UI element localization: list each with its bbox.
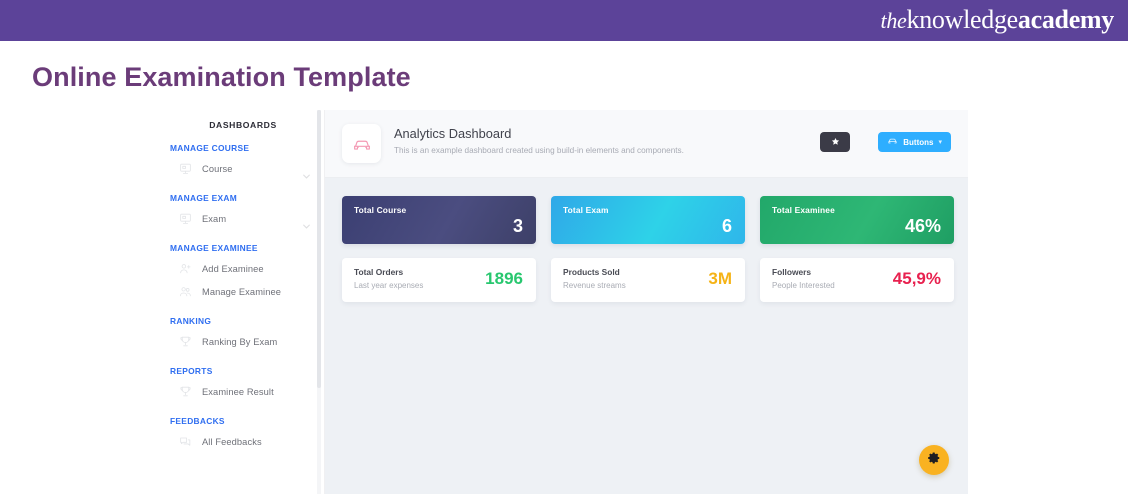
dashboard-subtitle: This is an example dashboard created usi… <box>394 146 684 155</box>
sidebar-scrollbar-thumb[interactable] <box>317 110 321 388</box>
stat-card-label: Total Examinee <box>772 205 835 215</box>
info-card-subtitle: People Interested <box>772 281 835 290</box>
info-card-value: 3M <box>708 269 732 288</box>
sidebar-item-label: Examinee Result <box>202 386 274 397</box>
info-card-subtitle: Last year expenses <box>354 281 424 290</box>
sidebar-item-course[interactable]: Course <box>162 157 324 180</box>
page-title: Online Examination Template <box>32 62 411 92</box>
info-card-value: 1896 <box>485 269 523 288</box>
settings-fab-button[interactable] <box>919 445 949 475</box>
chevron-down-icon[interactable] <box>303 166 310 179</box>
info-card-row: Total Orders Last year expenses 1896 Produc… <box>342 258 954 302</box>
user-plus-icon <box>178 261 193 276</box>
info-card-value: 45,9% <box>892 269 941 288</box>
favorite-button[interactable] <box>820 132 850 152</box>
sidebar-item-label: Add Examinee <box>202 263 264 274</box>
chat-icon <box>178 434 193 449</box>
chevron-down-icon: ▾ <box>938 139 942 146</box>
stat-card: Total Exam 6 <box>551 196 745 244</box>
info-card-label: Products Sold <box>563 267 620 277</box>
trophy-icon <box>178 384 193 399</box>
info-card: Total Orders Last year expenses 1896 <box>342 258 536 302</box>
stat-card-value: 3 <box>512 216 523 236</box>
stat-card-label: Total Exam <box>563 205 609 215</box>
sidebar: DASHBOARDS MANAGE COURSE Course MANAGE EXA… <box>162 110 325 494</box>
buttons-dropdown-label: Buttons <box>903 137 934 147</box>
sidebar-group-heading: MANAGE COURSE <box>170 143 250 153</box>
sidebar-item-label: Ranking By Exam <box>202 336 278 347</box>
chevron-down-icon[interactable] <box>303 216 310 229</box>
users-icon <box>178 284 193 299</box>
info-card-label: Followers <box>772 267 812 277</box>
info-card-subtitle: Revenue streams <box>563 281 626 290</box>
info-card: Followers People Interested 45,9% <box>760 258 954 302</box>
stat-card: Total Course 3 <box>342 196 536 244</box>
sidebar-item-label: Course <box>202 163 233 174</box>
sidebar-item-ranking-by-exam[interactable]: Ranking By Exam <box>162 330 324 353</box>
star-icon <box>831 133 840 151</box>
sidebar-group-heading: FEEDBACKS <box>170 416 225 426</box>
info-card: Products Sold Revenue streams 3M <box>551 258 745 302</box>
car-icon <box>887 133 898 151</box>
sidebar-item-label: Exam <box>202 213 227 224</box>
sidebar-group-heading: MANAGE EXAM <box>170 193 238 203</box>
sidebar-title: DASHBOARDS <box>209 120 277 130</box>
brand-logo-light: knowledge <box>906 5 1019 34</box>
buttons-dropdown[interactable]: Buttons ▾ <box>878 132 951 152</box>
monitor-icon <box>178 161 193 176</box>
sidebar-item-label: Manage Examinee <box>202 286 282 297</box>
dashboard-header: Analytics Dashboard This is an example d… <box>325 110 968 178</box>
trophy-icon <box>178 334 193 349</box>
stat-card: Total Examinee 46% <box>760 196 954 244</box>
stat-card-value: 6 <box>721 216 732 236</box>
stat-card-row: Total Course 3 Total Exam 6 Total Examinee 46… <box>342 196 954 244</box>
sidebar-group-heading: MANAGE EXAMINEE <box>170 243 258 253</box>
gear-icon <box>927 451 941 470</box>
sidebar-item-all-feedbacks[interactable]: All Feedbacks <box>162 430 324 453</box>
main-panel: Analytics Dashboard This is an example d… <box>325 110 968 494</box>
monitor-icon <box>178 211 193 226</box>
sidebar-item-manage-examinee[interactable]: Manage Examinee <box>162 280 324 303</box>
brand-bar: theknowledgeacademy <box>0 0 1128 41</box>
sidebar-group-heading: REPORTS <box>170 366 213 376</box>
sidebar-item-add-examinee[interactable]: Add Examinee <box>162 257 324 280</box>
sidebar-item-exam[interactable]: Exam <box>162 207 324 230</box>
stat-card-label: Total Course <box>354 205 407 215</box>
sidebar-group-heading: RANKING <box>170 316 212 326</box>
brand-logo-bold: academy <box>1017 5 1114 34</box>
stat-card-value: 46% <box>904 216 941 236</box>
brand-logo: theknowledgeacademy <box>880 5 1115 35</box>
app-screenshot: DASHBOARDS MANAGE COURSE Course MANAGE EXA… <box>162 110 968 494</box>
dashboard-title: Analytics Dashboard <box>394 126 512 141</box>
info-card-label: Total Orders <box>354 267 404 277</box>
sidebar-item-label: All Feedbacks <box>202 436 262 447</box>
sidebar-item-examinee-result[interactable]: Examinee Result <box>162 380 324 403</box>
brand-logo-prefix: the <box>880 8 907 33</box>
car-icon <box>342 124 381 163</box>
